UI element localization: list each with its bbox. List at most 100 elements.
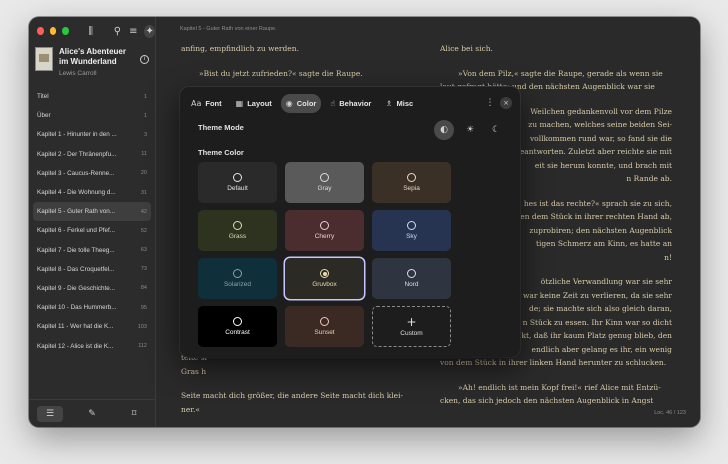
chapter-title: Kapitel 5 - Guter Rath von einer Raupe.	[180, 26, 277, 32]
hand-pointer-icon: ☝	[330, 98, 336, 108]
toc-item[interactable]: Kapitel 7 - Die tolle Theeg... 63	[33, 241, 151, 260]
theme-card-cherry[interactable]: Cherry	[285, 210, 364, 251]
text-line: »Bist du jetzt zufrieden?« sagte die Rau…	[199, 68, 363, 78]
theme-label: Grass	[228, 233, 247, 240]
list-icon[interactable]: ☰	[37, 405, 63, 422]
theme-card-solarized[interactable]: Solarized	[198, 258, 277, 299]
text-line: Alice bei sich.	[440, 44, 493, 53]
library-icon[interactable]: ⫼	[86, 26, 96, 37]
zoom-window-button[interactable]	[62, 27, 69, 35]
minimize-window-button[interactable]	[49, 27, 57, 35]
radio-icon	[320, 317, 329, 326]
font-icon: Aa	[191, 98, 202, 108]
light-mode-icon[interactable]: ☀	[460, 120, 480, 140]
toc-item-page: 84	[140, 285, 147, 292]
text-line: ner.«	[181, 404, 201, 414]
toc-item[interactable]: Kapitel 11 - Wer hat die K... 103	[33, 317, 151, 336]
theme-card-default[interactable]: Default	[198, 162, 277, 203]
tab-label: Misc	[396, 98, 414, 108]
menu-icon[interactable]: ≡	[128, 26, 138, 37]
text-line: cken, das sich jedoch den nächsten Augen…	[440, 396, 654, 405]
theme-card-custom[interactable]: + Custom	[372, 306, 451, 347]
toc-item-page: 73	[140, 266, 147, 273]
text-line: Gras h	[181, 366, 207, 376]
toc-item-label: Kapitel 5 - Guter Rath von...	[37, 208, 116, 216]
toc-item-page: 20	[140, 170, 147, 177]
theme-label: Sky	[406, 233, 417, 240]
theme-card-sunset[interactable]: Sunset	[285, 306, 364, 347]
tab-font[interactable]: Aa Font	[186, 94, 227, 113]
text-line: anfing, empfindlich zu werden.	[181, 44, 299, 53]
toc-item[interactable]: Kapitel 6 - Ferkel und Pfef... 52	[33, 221, 151, 240]
toc-item-page: 103	[137, 323, 147, 330]
toc-item-label: Kapitel 8 - Das Croquetfel...	[37, 265, 115, 273]
toc-item[interactable]: Titel 1	[33, 87, 151, 106]
tab-label: Font	[205, 98, 222, 108]
book-author: Lewis Carroll	[59, 70, 97, 77]
book-cover	[35, 47, 53, 71]
theme-mode-selector: ◐ ☀ ☾	[434, 120, 506, 140]
book-info[interactable]: Alice's Abenteuer im Wunderland Lewis Ca…	[29, 45, 155, 87]
toc-item[interactable]: Kapitel 4 - Die Wohnung d... 31	[33, 183, 151, 202]
toc-item[interactable]: Kapitel 1 - Hinunter in den ... 3	[33, 125, 151, 144]
toc-item-page: 112	[138, 343, 147, 350]
sidebar-toolbar: ⫼ ⚲ ≡ ✦	[29, 17, 155, 45]
toc-item-page: 52	[140, 227, 147, 234]
pin-icon[interactable]: ✦	[144, 24, 155, 38]
toc-item[interactable]: Kapitel 10 - Das Hummerb... 95	[33, 298, 151, 317]
tab-label: Behavior	[339, 98, 372, 108]
theme-card-gruvbox[interactable]: Gruvbox	[285, 258, 364, 299]
toc-item-page: 11	[141, 151, 147, 158]
toc-item-page: 1	[143, 112, 147, 119]
theme-label: Sunset	[314, 329, 335, 336]
dark-mode-icon[interactable]: ☾	[486, 120, 506, 140]
toc-item[interactable]: Kapitel 5 - Guter Rath von... 42	[33, 202, 151, 222]
theme-label: Gray	[317, 185, 332, 192]
toc-item[interactable]: Kapitel 2 - Der Thränenpfu... 11	[33, 145, 151, 164]
tab-label: Layout	[247, 98, 272, 108]
radio-icon	[233, 317, 242, 326]
tab-color[interactable]: ◉ Color	[280, 93, 322, 113]
toc-item-label: Kapitel 2 - Der Thränenpfu...	[37, 150, 117, 158]
toc-item-label: Kapitel 1 - Hinunter in den ...	[37, 131, 117, 139]
theme-card-nord[interactable]: Nord	[372, 258, 451, 299]
more-icon[interactable]: ⋮	[484, 98, 496, 108]
radio-icon	[407, 221, 416, 230]
info-icon[interactable]: i	[140, 55, 149, 64]
toc-item-label: Kapitel 11 - Wer hat die K...	[37, 323, 114, 331]
close-window-button[interactable]	[37, 27, 44, 35]
toc-item[interactable]: Über 1	[33, 106, 151, 125]
toc-item[interactable]: Kapitel 3 - Caucus-Renne... 20	[33, 164, 151, 183]
toc-item[interactable]: Kapitel 12 - Alice ist die K... 112	[33, 336, 151, 355]
layout-icon: ▦	[235, 98, 244, 108]
close-icon[interactable]: ×	[500, 97, 512, 109]
palette-icon: ◉	[285, 98, 293, 108]
toc-item-page: 63	[140, 247, 147, 254]
text-line: »Ah! endlich ist mein Kopf frei!« rief A…	[458, 382, 661, 392]
search-icon[interactable]: ⚲	[113, 26, 123, 37]
toc-item-label: Kapitel 12 - Alice ist die K...	[37, 342, 114, 350]
theme-card-sky[interactable]: Sky	[372, 210, 451, 251]
toc-item[interactable]: Kapitel 9 - Die Geschichte... 84	[33, 279, 151, 298]
theme-card-gray[interactable]: Gray	[285, 162, 364, 203]
toc-item-label: Kapitel 3 - Caucus-Renne...	[37, 169, 115, 177]
toc-item[interactable]: Kapitel 8 - Das Croquetfel... 73	[33, 260, 151, 279]
toc-item-label: Kapitel 4 - Die Wohnung d...	[37, 189, 116, 197]
sidebar: ⫼ ⚲ ≡ ✦ Alice's Abenteuer im Wunderland …	[29, 17, 156, 427]
tab-layout[interactable]: ▦ Layout	[231, 94, 277, 113]
radio-icon	[407, 173, 416, 182]
theme-card-sepia[interactable]: Sepia	[372, 162, 451, 203]
auto-mode-icon[interactable]: ◐	[434, 120, 454, 140]
tab-behavior[interactable]: ☝ Behavior	[325, 94, 376, 113]
toc-item-page: 95	[140, 304, 147, 311]
theme-label: Custom	[400, 329, 423, 337]
theme-card-grass[interactable]: Grass	[198, 210, 277, 251]
theme-label: Solarized	[223, 281, 252, 288]
edit-icon[interactable]: ✎	[79, 406, 105, 422]
toc-item-page: 42	[140, 208, 147, 215]
text-line: »Von dem Pilz,« sagte die Raupe, gerade …	[458, 68, 663, 78]
bookmark-icon[interactable]: ⌑	[121, 406, 147, 422]
toc-item-label: Kapitel 7 - Die tolle Theeg...	[37, 246, 115, 254]
theme-card-contrast[interactable]: Contrast	[198, 306, 277, 347]
tab-misc[interactable]: ♗ Misc	[380, 94, 418, 113]
